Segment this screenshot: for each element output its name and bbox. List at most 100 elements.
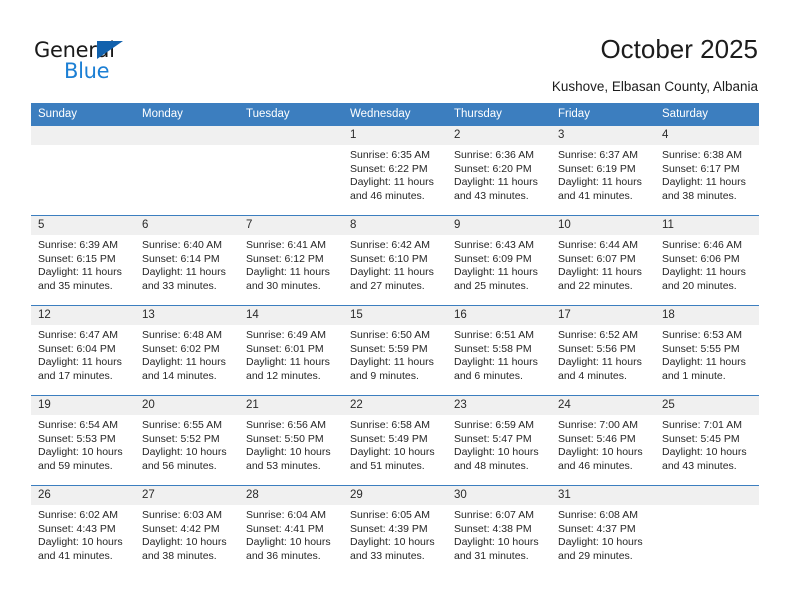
day-number: 23 [447, 396, 551, 415]
day-details: Sunrise: 6:43 AM Sunset: 6:09 PM Daylight:… [447, 235, 551, 293]
day-details: Sunrise: 6:40 AM Sunset: 6:14 PM Daylight:… [135, 235, 239, 293]
calendar-day-cell[interactable]: 5 Sunrise: 6:39 AM Sunset: 6:15 PM Daylight… [31, 215, 135, 306]
calendar-day-cell[interactable]: 24 Sunrise: 7:00 AM Sunset: 5:46 PM Dayligh… [551, 395, 655, 486]
sunrise-text: Sunrise: 6:41 AM [246, 239, 326, 251]
day-details: Sunrise: 6:37 AM Sunset: 6:19 PM Daylight:… [551, 145, 655, 203]
sunset-text: Sunset: 4:41 PM [246, 522, 324, 535]
calendar-day-cell[interactable]: 28 Sunrise: 6:04 AM Sunset: 4:41 PM Dayligh… [239, 485, 343, 576]
daylight-text: Daylight: 10 hours and 41 minutes. [38, 536, 123, 562]
calendar-day-cell[interactable]: 6 Sunrise: 6:40 AM Sunset: 6:14 PM Daylight… [135, 215, 239, 306]
day-number: 24 [551, 396, 655, 415]
day-details: Sunrise: 6:42 AM Sunset: 6:10 PM Daylight:… [343, 235, 447, 293]
sunrise-text: Sunrise: 6:49 AM [246, 329, 326, 341]
sunset-text: Sunset: 5:58 PM [454, 342, 532, 355]
calendar-day-cell[interactable]: 26 Sunrise: 6:02 AM Sunset: 4:43 PM Dayligh… [31, 485, 135, 576]
daylight-text: Daylight: 10 hours and 51 minutes. [350, 446, 435, 472]
calendar-day-cell[interactable]: 19 Sunrise: 6:54 AM Sunset: 5:53 PM Dayligh… [31, 395, 135, 486]
day-number: 7 [239, 216, 343, 235]
sunset-text: Sunset: 5:53 PM [38, 432, 116, 445]
sunrise-text: Sunrise: 6:02 AM [38, 509, 118, 521]
day-details: Sunrise: 6:47 AM Sunset: 6:04 PM Daylight:… [31, 325, 135, 383]
sunrise-text: Sunrise: 6:38 AM [662, 149, 742, 161]
calendar-day-cell[interactable]: 31 Sunrise: 6:08 AM Sunset: 4:37 PM Dayligh… [551, 485, 655, 576]
daylight-text: Daylight: 10 hours and 59 minutes. [38, 446, 123, 472]
calendar-body: 1 Sunrise: 6:35 AM Sunset: 6:22 PM Daylight… [31, 125, 759, 576]
sunrise-text: Sunrise: 6:54 AM [38, 419, 118, 431]
sunrise-text: Sunrise: 6:39 AM [38, 239, 118, 251]
calendar-day-cell[interactable]: 18 Sunrise: 6:53 AM Sunset: 5:55 PM Dayligh… [655, 305, 759, 396]
day-number: 8 [343, 216, 447, 235]
sunset-text: Sunset: 6:20 PM [454, 162, 532, 175]
calendar-day-cell[interactable]: 14 Sunrise: 6:49 AM Sunset: 6:01 PM Dayligh… [239, 305, 343, 396]
daylight-text: Daylight: 11 hours and 35 minutes. [38, 266, 122, 292]
calendar-day-cell[interactable]: 23 Sunrise: 6:59 AM Sunset: 5:47 PM Dayligh… [447, 395, 551, 486]
daylight-text: Daylight: 10 hours and 31 minutes. [454, 536, 539, 562]
calendar-day-cell[interactable]: 15 Sunrise: 6:50 AM Sunset: 5:59 PM Dayligh… [343, 305, 447, 396]
day-details: Sunrise: 6:07 AM Sunset: 4:38 PM Daylight:… [447, 505, 551, 563]
calendar-day-cell[interactable]: 7 Sunrise: 6:41 AM Sunset: 6:12 PM Daylight… [239, 215, 343, 306]
calendar-day-cell[interactable]: 3 Sunrise: 6:37 AM Sunset: 6:19 PM Daylight… [551, 125, 655, 216]
daylight-text: Daylight: 11 hours and 43 minutes. [454, 176, 538, 202]
calendar-day-cell[interactable]: 29 Sunrise: 6:05 AM Sunset: 4:39 PM Dayligh… [343, 485, 447, 576]
sunrise-text: Sunrise: 6:51 AM [454, 329, 534, 341]
calendar-day-cell[interactable]: 11 Sunrise: 6:46 AM Sunset: 6:06 PM Dayligh… [655, 215, 759, 306]
day-number: 3 [551, 126, 655, 145]
calendar-day-cell[interactable]: 4 Sunrise: 6:38 AM Sunset: 6:17 PM Daylight… [655, 125, 759, 216]
daylight-text: Daylight: 11 hours and 38 minutes. [662, 176, 746, 202]
calendar-day-cell[interactable]: 13 Sunrise: 6:48 AM Sunset: 6:02 PM Dayligh… [135, 305, 239, 396]
calendar-day-cell[interactable]: 22 Sunrise: 6:58 AM Sunset: 5:49 PM Dayligh… [343, 395, 447, 486]
sunrise-text: Sunrise: 6:35 AM [350, 149, 430, 161]
sunrise-text: Sunrise: 6:44 AM [558, 239, 638, 251]
weekday-header-thursday: Thursday [447, 103, 551, 126]
calendar-day-cell[interactable]: 21 Sunrise: 6:56 AM Sunset: 5:50 PM Dayligh… [239, 395, 343, 486]
sunset-text: Sunset: 5:56 PM [558, 342, 636, 355]
daylight-text: Daylight: 10 hours and 46 minutes. [558, 446, 643, 472]
weekday-header-tuesday: Tuesday [239, 103, 343, 126]
page-subtitle: Kushove, Elbasan County, Albania [551, 79, 758, 94]
daylight-text: Daylight: 11 hours and 14 minutes. [142, 356, 226, 382]
calendar-day-cell[interactable]: 30 Sunrise: 6:07 AM Sunset: 4:38 PM Dayligh… [447, 485, 551, 576]
day-number: 18 [655, 306, 759, 325]
weekday-header-friday: Friday [551, 103, 655, 126]
day-details: Sunrise: 6:59 AM Sunset: 5:47 PM Daylight:… [447, 415, 551, 473]
calendar-day-cell[interactable]: 9 Sunrise: 6:43 AM Sunset: 6:09 PM Daylight… [447, 215, 551, 306]
daylight-text: Daylight: 11 hours and 20 minutes. [662, 266, 746, 292]
calendar-day-cell[interactable]: 27 Sunrise: 6:03 AM Sunset: 4:42 PM Dayligh… [135, 485, 239, 576]
day-details: Sunrise: 6:36 AM Sunset: 6:20 PM Daylight:… [447, 145, 551, 203]
day-number [655, 486, 759, 505]
day-number: 6 [135, 216, 239, 235]
calendar-day-cell[interactable]: 12 Sunrise: 6:47 AM Sunset: 6:04 PM Dayligh… [31, 305, 135, 396]
calendar-week-row: 5 Sunrise: 6:39 AM Sunset: 6:15 PM Daylight… [31, 215, 759, 306]
calendar-day-cell[interactable]: 20 Sunrise: 6:55 AM Sunset: 5:52 PM Dayligh… [135, 395, 239, 486]
sunset-text: Sunset: 4:39 PM [350, 522, 428, 535]
daylight-text: Daylight: 10 hours and 43 minutes. [662, 446, 747, 472]
sunrise-text: Sunrise: 6:48 AM [142, 329, 222, 341]
calendar-day-cell-empty [655, 485, 759, 576]
calendar-day-cell[interactable]: 16 Sunrise: 6:51 AM Sunset: 5:58 PM Dayligh… [447, 305, 551, 396]
day-number: 17 [551, 306, 655, 325]
calendar-day-cell[interactable]: 1 Sunrise: 6:35 AM Sunset: 6:22 PM Daylight… [343, 125, 447, 216]
day-number: 21 [239, 396, 343, 415]
daylight-text: Daylight: 11 hours and 27 minutes. [350, 266, 434, 292]
sunrise-text: Sunrise: 6:03 AM [142, 509, 222, 521]
day-number: 12 [31, 306, 135, 325]
sunset-text: Sunset: 6:10 PM [350, 252, 428, 265]
sunrise-text: Sunrise: 6:07 AM [454, 509, 534, 521]
sunrise-text: Sunrise: 7:01 AM [662, 419, 742, 431]
sunset-text: Sunset: 4:38 PM [454, 522, 532, 535]
calendar-day-cell[interactable]: 25 Sunrise: 7:01 AM Sunset: 5:45 PM Dayligh… [655, 395, 759, 486]
sunrise-text: Sunrise: 6:56 AM [246, 419, 326, 431]
sunrise-text: Sunrise: 6:40 AM [142, 239, 222, 251]
day-details: Sunrise: 6:04 AM Sunset: 4:41 PM Daylight:… [239, 505, 343, 563]
daylight-text: Daylight: 11 hours and 33 minutes. [142, 266, 226, 292]
day-number: 19 [31, 396, 135, 415]
daylight-text: Daylight: 11 hours and 6 minutes. [454, 356, 538, 382]
logo-text-blue: Blue [64, 59, 110, 83]
sunrise-text: Sunrise: 6:50 AM [350, 329, 430, 341]
sunrise-text: Sunrise: 6:04 AM [246, 509, 326, 521]
calendar-day-cell[interactable]: 10 Sunrise: 6:44 AM Sunset: 6:07 PM Dayligh… [551, 215, 655, 306]
calendar-day-cell[interactable]: 8 Sunrise: 6:42 AM Sunset: 6:10 PM Daylight… [343, 215, 447, 306]
day-details: Sunrise: 6:49 AM Sunset: 6:01 PM Daylight:… [239, 325, 343, 383]
calendar-day-cell[interactable]: 17 Sunrise: 6:52 AM Sunset: 5:56 PM Dayligh… [551, 305, 655, 396]
calendar-day-cell[interactable]: 2 Sunrise: 6:36 AM Sunset: 6:20 PM Daylight… [447, 125, 551, 216]
